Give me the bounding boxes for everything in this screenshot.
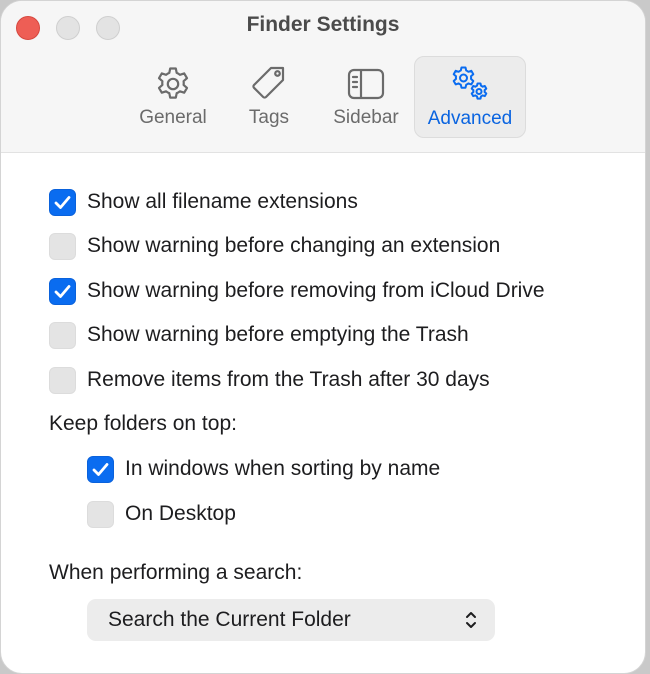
search-scope-heading: When performing a search: [49,561,303,584]
option-warn-change-extension[interactable]: Show warning before changing an extensio… [49,231,500,261]
tab-advanced-label: Advanced [427,108,513,129]
checkbox-warn-empty-trash[interactable] [49,321,76,349]
toolbar: Finder Settings General Tags Sidebar Adv… [1,1,645,153]
option-remove-trash-30-days[interactable]: Remove items from the Trash after 30 day… [49,365,490,395]
checkbox-folders-on-desktop[interactable] [87,500,114,528]
option-label: Remove items from the Trash after 30 day… [87,368,490,391]
checkbox-folders-in-windows[interactable] [87,455,114,483]
tab-sidebar[interactable]: Sidebar [323,56,409,138]
tab-sidebar-label: Sidebar [333,107,399,128]
option-label: Show warning before removing from iCloud… [87,279,545,302]
finder-settings-window: Finder Settings General Tags Sidebar Adv… [0,0,646,674]
keep-folders-heading: Keep folders on top: [49,412,237,435]
gears-icon [452,66,488,100]
checkbox-remove-trash-30-days[interactable] [49,366,76,394]
checkbox-warn-remove-icloud[interactable] [49,277,76,305]
checkmark-icon [54,284,71,298]
option-label: Show all filename extensions [87,190,358,213]
checkmark-icon [92,462,109,476]
tab-tags-label: Tags [248,107,290,128]
search-scope-value: Search the Current Folder [108,608,351,631]
search-scope-select[interactable]: Search the Current Folder [87,599,495,641]
tab-tags[interactable]: Tags [229,56,309,138]
window-title: Finder Settings [246,13,400,36]
tag-icon [252,66,285,99]
option-folders-on-desktop[interactable]: On Desktop [87,499,236,529]
chevron-up-down-icon [466,612,476,628]
option-label: Show warning before emptying the Trash [87,323,469,346]
sidebar-icon [347,68,385,100]
option-label: In windows when sorting by name [125,457,441,480]
option-warn-empty-trash[interactable]: Show warning before emptying the Trash [49,320,469,350]
gear-icon [157,67,189,99]
checkbox-show-extensions[interactable] [49,188,76,216]
option-folders-in-windows[interactable]: In windows when sorting by name [87,454,440,484]
option-label: Show warning before changing an extensio… [87,234,501,257]
option-warn-remove-icloud[interactable]: Show warning before removing from iCloud… [49,276,545,306]
option-show-extensions[interactable]: Show all filename extensions [49,187,358,217]
checkmark-icon [54,195,71,209]
checkbox-warn-change-extension[interactable] [49,232,76,260]
tab-general[interactable]: General [129,56,217,138]
tab-advanced[interactable]: Advanced [414,56,526,138]
option-label: On Desktop [125,502,236,525]
tab-general-label: General [139,107,207,128]
